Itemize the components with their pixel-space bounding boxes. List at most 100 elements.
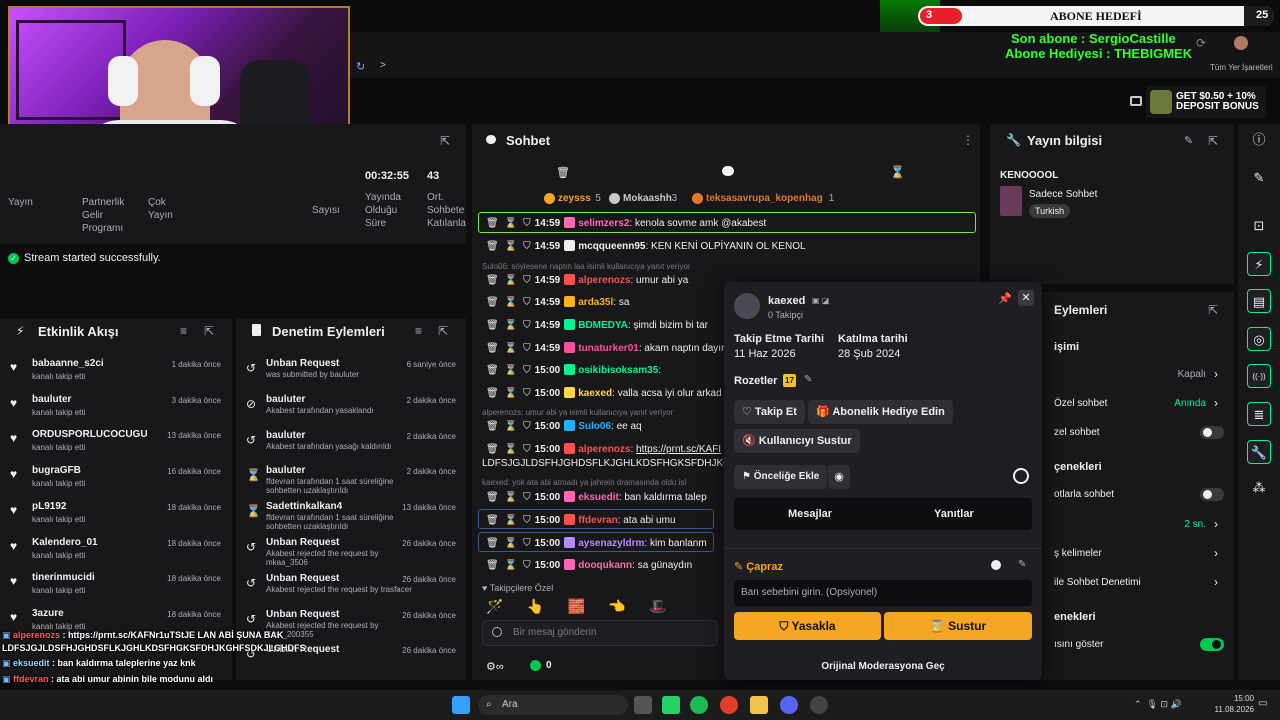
stack-icon[interactable]: ≣	[1247, 402, 1271, 426]
spotify-icon[interactable]	[690, 696, 708, 714]
settings-icon[interactable]: ⚙∞	[486, 660, 504, 673]
block-icon[interactable]	[1013, 468, 1029, 484]
trash-icon[interactable]: 🗑	[486, 560, 499, 571]
filter-icon[interactable]: ≡	[180, 324, 187, 338]
chevron-right-icon[interactable]: ›	[1214, 517, 1218, 531]
record-icon[interactable]	[991, 560, 1001, 570]
task-view-icon[interactable]	[634, 696, 652, 714]
chat-username[interactable]: alperenozs	[578, 444, 630, 455]
lightning-icon[interactable]: ⚡	[1247, 252, 1271, 276]
chat-username[interactable]: ffdevran	[578, 515, 617, 526]
hourglass-icon[interactable]: ⌛	[505, 275, 517, 286]
chat-icon[interactable]: ◎	[1247, 327, 1271, 351]
chat-message[interactable]: 🗑 ⌛ ⛉ 15:00 alperenozs: https://prnt.sc/KAFI	[486, 443, 721, 455]
original-mod-link[interactable]: Orijinal Moderasyona Geç	[724, 661, 1042, 672]
hourglass-icon[interactable]: ⌛	[505, 320, 517, 331]
hourglass-icon[interactable]: ⌛	[505, 297, 517, 308]
edit-icon[interactable]: ✎	[1247, 166, 1271, 190]
edit-icon[interactable]: ✎	[1018, 559, 1026, 570]
chevron-right-icon[interactable]: ›	[1214, 575, 1218, 589]
hourglass-icon[interactable]: ⌛	[505, 444, 517, 455]
chevron-right-icon[interactable]: ›	[1214, 546, 1218, 560]
folder-icon[interactable]	[750, 696, 768, 714]
trash-icon[interactable]: 🗑	[486, 365, 499, 376]
setting-value[interactable]: Anında	[1150, 398, 1206, 409]
chat-username[interactable]: selimzers2	[578, 218, 629, 229]
chat-username[interactable]: aysenazyldrm	[578, 538, 644, 549]
chat-message[interactable]: 🗑 ⌛ ⛉ 14:59 tunaturker01: akam naptın dayır	[486, 342, 724, 354]
hourglass-icon[interactable]: ⌛	[505, 388, 517, 399]
extension-icon[interactable]: ⟳	[1196, 36, 1206, 50]
profile-avatar[interactable]	[1234, 36, 1248, 50]
reload-icon[interactable]: ↻	[356, 60, 365, 73]
gift-sub-button[interactable]: 🎁 Abonelik Hediye Edin	[808, 400, 953, 424]
chat-message[interactable]: 🗑 ⌛ ⛉ 14:59 alperenozs: umur abi ya	[486, 274, 688, 286]
chat-message[interactable]: 🗑 ⌛ ⛉ 15:00 kaexed: valla acsa iyi olur arka…	[486, 387, 722, 399]
chat-message[interactable]: 🗑 ⌛ ⛉ 14:59 arda35l: sa	[486, 296, 629, 308]
hourglass-icon[interactable]: ⌛	[505, 343, 517, 354]
trash-icon[interactable]: 🗑	[486, 320, 499, 331]
chat-username[interactable]: Sulo06	[578, 421, 611, 432]
bookmarks-link[interactable]: Tüm Yer İşaretleri	[1210, 63, 1273, 72]
chat-username[interactable]: eksuedit	[578, 492, 619, 503]
eye-icon[interactable]: ◉	[828, 465, 850, 489]
trash-icon[interactable]: 🗑	[486, 241, 499, 252]
hourglass-icon[interactable]: ⌛	[505, 560, 517, 571]
chat-message[interactable]: 🗑 ⌛ ⛉ 15:00 Sulo06: ee aq	[486, 420, 642, 432]
start-icon[interactable]	[452, 696, 470, 714]
discord-icon[interactable]	[780, 696, 798, 714]
chat-message[interactable]: 🗑 ⌛ ⛉ 15:00 dooqukann: sa günaydın	[486, 559, 692, 571]
trash-icon[interactable]: 🗑	[486, 275, 499, 286]
tab-messages[interactable]: Mesajlar	[788, 508, 832, 520]
more-icon[interactable]: ⋮	[962, 133, 974, 147]
chevron-right-icon[interactable]: ›	[1214, 396, 1218, 410]
app-icon[interactable]	[810, 696, 828, 714]
cast-icon[interactable]	[1130, 96, 1142, 106]
tray-icons[interactable]: ⌃ 🎙 ⊡ 🔊	[1134, 699, 1182, 710]
taskbar-search[interactable]	[478, 695, 628, 715]
chat-message[interactable]: 🗑 ⌛ ⛉ 15:00 ffdevran: ata abi umu	[486, 514, 676, 526]
chat-message[interactable]: 🗑 ⌛ ⛉ 14:59 mcqqueenn95: KEN KENİ OLPİYANIN …	[486, 240, 806, 252]
trash-icon[interactable]: 🗑	[486, 515, 499, 526]
wrench-icon[interactable]: 🔧	[1247, 440, 1271, 464]
whatsapp-icon[interactable]	[662, 696, 680, 714]
trash-icon[interactable]: 🗑	[486, 218, 499, 229]
crop-icon[interactable]: ⊡	[1247, 214, 1271, 238]
forward-icon[interactable]: >	[380, 60, 386, 71]
edit-icon[interactable]: ✎	[1184, 134, 1193, 147]
people-icon[interactable]: ⁂	[1247, 476, 1271, 500]
chat-message[interactable]: 🗑 ⌛ ⛉ 14:59 selimzers2: kenola sovme amk @ak…	[486, 217, 766, 229]
category-name[interactable]: Sadece Sohbet	[1029, 189, 1097, 200]
hourglass-icon[interactable]: ⌛	[505, 421, 517, 432]
tag-chip[interactable]: Turkish	[1029, 204, 1071, 218]
chat-username[interactable]: tunaturker01	[578, 343, 639, 354]
setting-value[interactable]: 2 sn.	[1150, 519, 1206, 530]
emote-strip[interactable]: 🪄 👆 🧱 👈 🎩	[486, 598, 667, 615]
mute-user-button[interactable]: 🔇 Kullanıcıyı Sustur	[734, 429, 860, 453]
category-thumbnail[interactable]	[1000, 186, 1022, 216]
trash-icon[interactable]: 🗑	[486, 492, 499, 503]
pin-icon[interactable]: 📌	[998, 292, 1012, 305]
trash-icon[interactable]: 🗑	[486, 343, 499, 354]
hourglass-icon[interactable]: ⌛	[505, 241, 517, 252]
filter-icon[interactable]: ≡	[415, 324, 422, 338]
hourglass-icon[interactable]: ⌛	[505, 492, 517, 503]
trash-icon[interactable]: 🗑	[556, 166, 570, 179]
chat-message[interactable]: 🗑 ⌛ ⛉ 15:00 aysenazyldrm: kim banlanm	[486, 537, 707, 549]
chat-username[interactable]: mcqqueenn95	[578, 241, 645, 252]
broadcast-icon[interactable]: ((·))	[1247, 364, 1271, 388]
hourglass-icon[interactable]: ⌛	[505, 538, 517, 549]
popout-icon[interactable]: ⇱	[440, 134, 450, 148]
chevron-right-icon[interactable]: ›	[1214, 367, 1218, 381]
popout-icon[interactable]: ⇱	[204, 324, 214, 338]
trash-icon[interactable]: 🗑	[486, 444, 499, 455]
chrome-icon[interactable]	[720, 696, 738, 714]
ban-button[interactable]: ⛉ Yasakla	[734, 612, 881, 640]
chat-message[interactable]: 🗑 ⌛ ⛉ 15:00 osikibisoksam35:	[486, 364, 661, 376]
clock-time[interactable]: 15:00	[1214, 694, 1254, 703]
tab-replies[interactable]: Yanıtlar	[934, 508, 974, 520]
chat-username[interactable]: kaexed	[578, 388, 612, 399]
popout-icon[interactable]: ⇱	[438, 324, 448, 338]
emote-icon[interactable]	[492, 627, 502, 637]
document-icon[interactable]: ▤	[1247, 289, 1271, 313]
